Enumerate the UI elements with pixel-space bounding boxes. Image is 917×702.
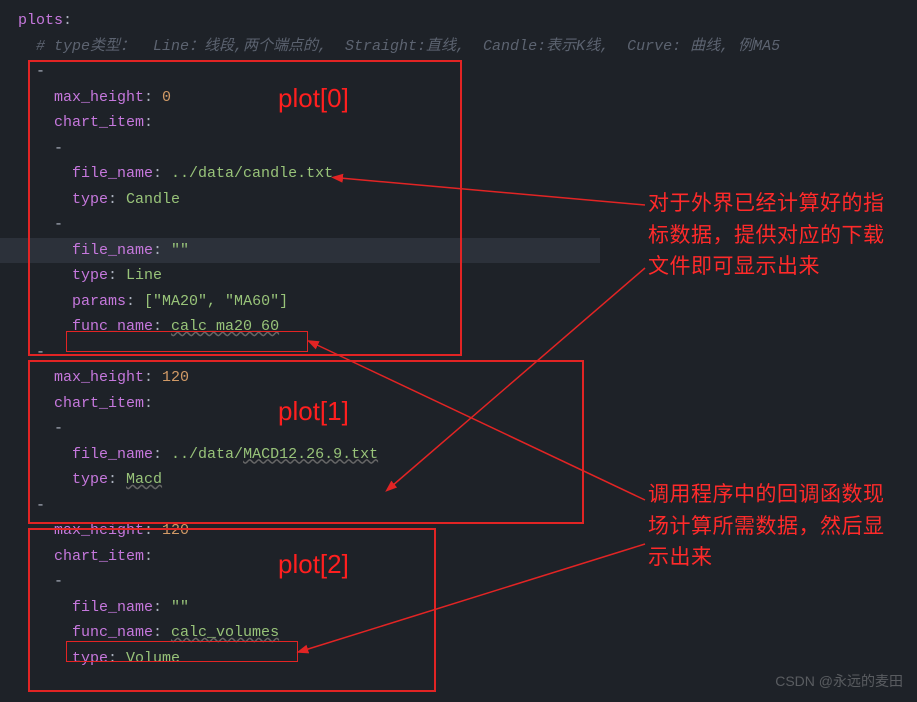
line-comment: # type类型： Line：线段,两个端点的, Straight:直线, Ca…	[18, 34, 917, 60]
kv-file-name: file_name: ../data/MACD12.26.9.txt	[18, 442, 917, 468]
list-dash: -	[18, 136, 917, 162]
kv-file-name: file_name: ../data/candle.txt	[18, 161, 917, 187]
kv-params: params: ["MA20", "MA60"]	[18, 289, 917, 315]
annotation-1: 对于外界已经计算好的指标数据，提供对应的下载文件即可显示出来	[648, 188, 893, 283]
label-plot1: plot[1]	[278, 389, 349, 433]
kv-max-height: max_height: 120	[18, 365, 917, 391]
colon: :	[63, 12, 72, 29]
path-text: ../data/	[171, 446, 243, 463]
path-file: MACD12.26.9.txt	[243, 446, 378, 463]
kv-func-name: func_name: calc_volumes	[18, 620, 917, 646]
kv-chart-item: chart_item:	[18, 391, 917, 417]
list-dash: -	[18, 340, 917, 366]
list-dash: -	[18, 416, 917, 442]
kv-chart-item: chart_item:	[18, 110, 917, 136]
kv-max-height: max_height: 0	[18, 85, 917, 111]
kv-type: type: Volume	[18, 646, 917, 672]
kv-func-name: func_name: calc_ma20_60	[18, 314, 917, 340]
label-plot2: plot[2]	[278, 542, 349, 586]
annotation-2: 调用程序中的回调函数现场计算所需数据，然后显示出来	[648, 479, 893, 574]
kv-file-name: file_name: ""	[18, 595, 917, 621]
line-plots: plots:	[18, 8, 917, 34]
yaml-key: plots	[18, 12, 63, 29]
watermark: CSDN @永远的麦田	[775, 670, 903, 694]
active-line[interactable]: file_name: ""	[0, 238, 600, 264]
list-dash: -	[18, 59, 917, 85]
label-plot0: plot[0]	[278, 76, 349, 120]
